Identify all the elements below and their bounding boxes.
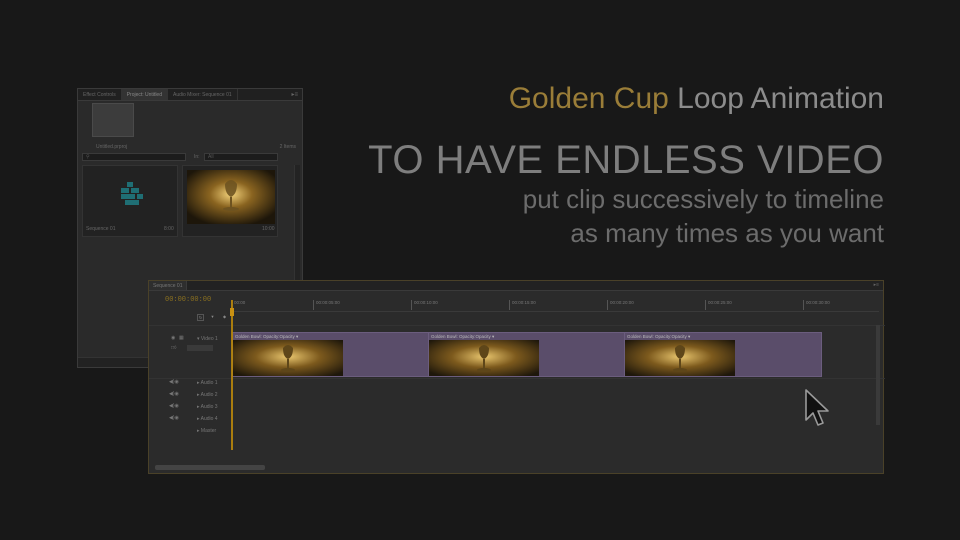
speaker-icon[interactable]: ◀)◉ <box>169 403 179 409</box>
keyframe-nav-icon[interactable]: □◊ <box>171 345 177 351</box>
items-count: 2 Items <box>279 144 296 150</box>
ruler-label: 00:00:20:00 <box>607 300 634 310</box>
snap-icon[interactable]: ↻ <box>197 314 204 321</box>
clip-duration: 10:00 <box>262 226 275 232</box>
timeline-clip[interactable]: Golden Bowl: Opacity:Opacity ▾ <box>232 332 429 377</box>
clip-thumbnail <box>429 340 539 376</box>
tab-effect-controls[interactable]: Effect Controls <box>78 89 122 100</box>
in-label: In: <box>194 154 200 160</box>
track-audio-4[interactable]: ▸ Audio 4 <box>197 416 218 422</box>
menu-arrow-icon[interactable]: ▸≡ <box>287 89 302 100</box>
track-audio-3[interactable]: ▸ Audio 3 <box>197 404 218 410</box>
playhead[interactable] <box>231 300 233 450</box>
eye-icon[interactable]: ◉ <box>171 335 175 341</box>
marker-icon[interactable]: ▼ <box>209 314 216 321</box>
track-master[interactable]: ▸ Master <box>197 428 216 434</box>
time-ruler[interactable]: 00:00 00:00:05:00 00:00:10:00 00:00:15:0… <box>231 300 879 312</box>
keyframe-icon[interactable]: ◆ <box>221 314 228 321</box>
speaker-icon[interactable]: ◀)◉ <box>169 415 179 421</box>
search-input[interactable]: ⚲ <box>82 153 186 161</box>
timeline-panel: Sequence 01 ▸≡ 00:00:00:00 00:00 00:00:0… <box>148 280 885 474</box>
timeline-clip[interactable]: Golden Bowl: Opacity:Opacity ▾ <box>428 332 625 377</box>
golden-cup-thumbnail <box>187 170 275 224</box>
timecode-display[interactable]: 00:00:00:00 <box>165 296 211 304</box>
speaker-icon[interactable]: ◀)◉ <box>169 379 179 385</box>
track-video-1[interactable]: ▾ Video 1 <box>197 336 218 342</box>
playhead-handle[interactable] <box>230 308 234 316</box>
sequence-name: Sequence 01 <box>86 226 116 232</box>
search-icon: ⚲ <box>86 154 90 160</box>
sequence-duration: 8:00 <box>164 226 174 232</box>
track-divider <box>149 325 885 326</box>
ruler-label: 00:00:30:00 <box>803 300 830 310</box>
title-rest: Loop Animation <box>677 82 884 115</box>
tab-sequence[interactable]: Sequence 01 <box>149 281 188 290</box>
tab-project[interactable]: Project: Untitled <box>121 89 168 100</box>
vertical-scrollbar[interactable] <box>876 325 880 425</box>
headline-title: Golden Cup Loop Animation <box>509 82 884 116</box>
timeline-clip[interactable]: Golden Bowl: Opacity:Opacity ▾ <box>624 332 822 377</box>
project-tabs: Effect Controls Project: Untitled Audio … <box>78 89 302 101</box>
ruler-label: 00:00:05:00 <box>313 300 340 310</box>
ruler-label: 00:00:25:00 <box>705 300 732 310</box>
project-preview-thumbnail <box>92 103 134 137</box>
timeline-tabbar: Sequence 01 ▸≡ <box>149 281 883 291</box>
project-name: Untitled.prproj <box>96 144 128 150</box>
ruler-label: 00:00:15:00 <box>509 300 536 310</box>
ruler-label: 00:00:10:00 <box>411 300 438 310</box>
speaker-icon[interactable]: ◀)◉ <box>169 391 179 397</box>
subheading-2: as many times as you want <box>570 218 884 248</box>
title-gold: Golden Cup <box>508 82 669 115</box>
clip-thumbnail <box>625 340 735 376</box>
clip-thumbnail <box>233 340 343 376</box>
horizontal-scrollbar[interactable] <box>155 465 265 470</box>
track-divider <box>149 378 885 379</box>
main-heading: TO HAVE ENDLESS VIDEO <box>368 138 884 182</box>
track-audio-1[interactable]: ▸ Audio 1 <box>197 380 218 386</box>
track-audio-2[interactable]: ▸ Audio 2 <box>197 392 218 398</box>
tab-audio-mixer[interactable]: Audio Mixer: Sequence 01 <box>168 89 238 100</box>
menu-icon[interactable]: ▸≡ <box>870 281 883 290</box>
video-track-control[interactable] <box>187 345 213 351</box>
in-select[interactable]: All <box>204 153 278 161</box>
subheading-1: put clip successively to timeline <box>522 184 884 214</box>
mouse-cursor-icon <box>805 389 829 426</box>
lock-icon[interactable]: ▦ <box>179 335 184 341</box>
